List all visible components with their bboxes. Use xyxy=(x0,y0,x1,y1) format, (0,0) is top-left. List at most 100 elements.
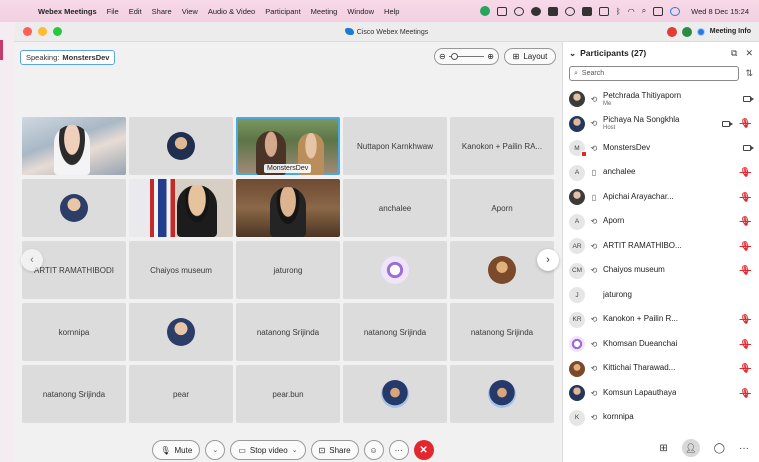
participant-video-tile[interactable] xyxy=(129,179,233,237)
participant-video-tile[interactable] xyxy=(343,241,447,299)
participant-video-tile[interactable]: pear xyxy=(129,365,233,423)
menubar-clock[interactable]: Wed 8 Dec 15:24 xyxy=(691,7,749,16)
collapse-chevron-icon[interactable]: ⌄ xyxy=(569,48,576,59)
menu-audio-video[interactable]: Audio & Video xyxy=(208,7,255,16)
participant-video-tile[interactable] xyxy=(129,303,233,361)
menu-view[interactable]: View xyxy=(182,7,198,16)
participant-video-tile[interactable]: natanong Srijinda xyxy=(343,303,447,361)
sort-icon[interactable]: ⇅ xyxy=(745,68,753,79)
close-window-button[interactable] xyxy=(23,27,32,36)
participant-row[interactable]: KR ⟲ Kanokon + Pailin R... 🎙︎ xyxy=(563,308,759,333)
layout-button[interactable]: ⊞ Layout xyxy=(504,48,556,65)
wifi-icon[interactable]: ◠ xyxy=(628,7,635,16)
menu-share[interactable]: Share xyxy=(152,7,172,16)
chat-icon[interactable]: ◯ xyxy=(714,443,725,454)
participant-video-tile[interactable]: pear.bun xyxy=(236,365,340,423)
camera-tray-icon[interactable] xyxy=(547,6,558,16)
next-page-button[interactable]: › xyxy=(537,249,559,271)
participant-row[interactable]: AR ⟲ ARTIT RAMATHIBO... 🎙︎ xyxy=(563,234,759,259)
app-tray-icon[interactable] xyxy=(581,6,592,16)
participant-video-tile[interactable]: Chaiyos museum xyxy=(129,241,233,299)
microphone-muted-icon[interactable]: 🎙︎ xyxy=(740,118,751,129)
more-options-button[interactable]: ··· xyxy=(388,440,409,460)
zoom-slider[interactable]: ⊖ ⊕ xyxy=(434,48,499,65)
participant-video-tile[interactable]: jaturong xyxy=(236,241,340,299)
participant-video-tile[interactable] xyxy=(450,365,554,423)
participant-video-tile[interactable]: Nuttapon Karnkhwaw xyxy=(343,117,447,175)
meeting-info-button[interactable]: Meeting Info xyxy=(710,28,751,35)
webex-tray-icon[interactable] xyxy=(479,6,490,16)
fullscreen-window-button[interactable] xyxy=(53,27,62,36)
participant-row[interactable]: A ▯ anchalee 🎙︎ xyxy=(563,161,759,186)
participant-row[interactable]: K ⟲ kornnipa xyxy=(563,406,759,431)
zoom-track[interactable] xyxy=(448,53,485,60)
video-on-icon[interactable] xyxy=(743,96,754,103)
participant-video-tile[interactable] xyxy=(22,117,126,175)
microphone-muted-icon[interactable]: 🎙︎ xyxy=(740,192,751,203)
participant-video-tile[interactable]: natanong Srijinda xyxy=(236,303,340,361)
participant-video-tile[interactable]: natanong Srijinda xyxy=(22,365,126,423)
zoom-in-icon[interactable]: ⊕ xyxy=(487,52,494,61)
chevron-down-icon[interactable]: ⌄ xyxy=(292,446,298,454)
participant-row[interactable]: ▯ Apichai Arayachar... 🎙︎ xyxy=(563,185,759,210)
participant-row[interactable]: ⟲ Pichaya Na Songkhla Host 🎙︎ xyxy=(563,112,759,137)
menu-edit[interactable]: Edit xyxy=(129,7,142,16)
video-on-icon[interactable] xyxy=(743,145,754,152)
participant-search-input[interactable]: ⌕ Search xyxy=(569,66,740,81)
zoom-out-icon[interactable]: ⊖ xyxy=(439,52,446,61)
participant-row[interactable]: ⟲ Petchrada Thitiyaporn Me xyxy=(563,87,759,112)
more-icon[interactable]: ··· xyxy=(739,443,749,454)
share-button[interactable]: ⊡ Share xyxy=(310,440,359,460)
participant-row[interactable]: CM ⟲ Chaiyos museum 🎙︎ xyxy=(563,259,759,284)
participant-video-tile[interactable] xyxy=(450,241,554,299)
participant-row[interactable]: ⟲ Komsun Lapauthaya 🎙︎ xyxy=(563,381,759,406)
participant-row[interactable]: M ⟲ MonstersDev xyxy=(563,136,759,161)
microphone-muted-icon[interactable]: 🎙︎ xyxy=(740,167,751,178)
popout-icon[interactable]: ⧉ xyxy=(731,48,737,59)
info-icon[interactable] xyxy=(696,27,705,36)
menu-app-name[interactable]: Webex Meetings xyxy=(38,7,97,16)
microphone-muted-icon[interactable]: 🎙︎ xyxy=(740,363,751,374)
participant-row[interactable]: Jjaturong xyxy=(563,283,759,308)
microphone-muted-icon[interactable]: 🎙︎ xyxy=(740,314,751,325)
microphone-muted-icon[interactable]: 🎙︎ xyxy=(740,339,751,350)
minimize-window-button[interactable] xyxy=(38,27,47,36)
participant-video-tile[interactable]: Aporn xyxy=(450,179,554,237)
video-on-icon[interactable] xyxy=(721,120,733,127)
participants-toggle-button[interactable]: 👤︎ xyxy=(681,439,700,457)
audio-options-button[interactable]: ⌄ xyxy=(205,440,226,460)
stop-video-button[interactable]: ▭ Stop video ⌄ xyxy=(230,440,306,460)
spotlight-search-icon[interactable]: ⌕ xyxy=(642,6,646,16)
bluetooth-icon[interactable]: ᛒ xyxy=(616,7,621,16)
status-tray-icon[interactable] xyxy=(530,6,541,16)
screen-tray-icon[interactable] xyxy=(496,6,507,16)
security-shield-icon[interactable] xyxy=(681,26,692,37)
end-call-button[interactable]: ✕ xyxy=(413,440,434,460)
participant-video-tile[interactable]: kornnipa xyxy=(22,303,126,361)
control-center-icon[interactable] xyxy=(653,6,664,16)
participant-video-tile[interactable] xyxy=(129,117,233,175)
microphone-muted-icon[interactable]: 🎙︎ xyxy=(740,265,751,276)
menu-window[interactable]: Window xyxy=(347,7,374,16)
record-tray-icon[interactable] xyxy=(513,6,524,16)
battery-icon[interactable] xyxy=(598,6,609,16)
participant-video-tile[interactable]: natanong Srijinda xyxy=(450,303,554,361)
apps-icon[interactable]: ⊞ xyxy=(659,443,667,454)
microphone-muted-icon[interactable]: 🎙︎ xyxy=(740,241,751,252)
participant-video-tile[interactable]: MonstersDev xyxy=(236,117,340,175)
menu-participant[interactable]: Participant xyxy=(265,7,300,16)
siri-icon[interactable] xyxy=(670,6,681,16)
participant-row[interactable]: ⟲ Kittichai Tharawad... 🎙︎ xyxy=(563,357,759,382)
menu-file[interactable]: File xyxy=(107,7,119,16)
recording-indicator-icon[interactable] xyxy=(666,26,677,37)
timer-tray-icon[interactable] xyxy=(564,6,575,16)
mute-button[interactable]: 🎙︎ Mute xyxy=(152,440,201,460)
participant-row[interactable]: A ⟲ Aporn 🎙︎ xyxy=(563,210,759,235)
participant-video-tile[interactable]: Kanokon + Pailin RA... xyxy=(450,117,554,175)
previous-page-button[interactable]: ‹ xyxy=(21,249,43,271)
menu-meeting[interactable]: Meeting xyxy=(311,7,338,16)
participant-video-tile[interactable] xyxy=(343,365,447,423)
participant-video-tile[interactable] xyxy=(22,179,126,237)
participant-video-tile[interactable]: anchalee xyxy=(343,179,447,237)
microphone-muted-icon[interactable]: 🎙︎ xyxy=(740,388,751,399)
